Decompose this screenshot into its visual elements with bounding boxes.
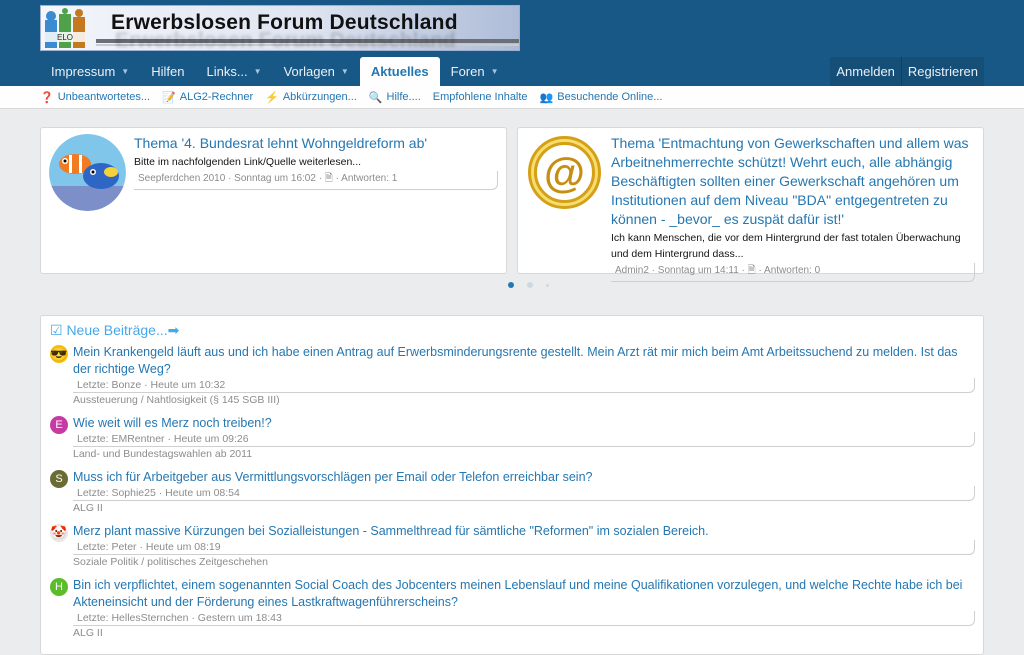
site-header: ELO Erwerbslosen Forum Deutschland Erwer… — [0, 0, 1024, 86]
post-meta: Letzte: EMRentner · Heute um 09:26 — [73, 432, 975, 447]
post-title[interactable]: Bin ich verpflichtet, einem sogenannten … — [73, 577, 975, 611]
list-item: 🤡 Merz plant massive Kürzungen bei Sozia… — [41, 523, 983, 569]
subnav-featured-content[interactable]: Empfohlene Inhalte — [433, 91, 528, 103]
logo-text: Erwerbslosen Forum Deutschland — [111, 11, 458, 34]
subnav-help[interactable]: 🔍 Hilfe.... — [369, 91, 421, 104]
list-item: H Bin ich verpflichtet, einem sogenannte… — [41, 577, 983, 640]
at-sign-thumbnail-icon[interactable]: @ — [526, 134, 603, 211]
svg-text:@: @ — [544, 149, 585, 196]
nav-label: Hilfen — [151, 64, 185, 79]
post-meta: Letzte: Peter · Heute um 08:19 — [73, 540, 975, 555]
subnav-label: ALG2-Rechner — [179, 91, 254, 103]
lightning-icon: ⚡ — [265, 91, 279, 104]
chevron-down-icon[interactable]: ▼ — [341, 57, 349, 86]
post-title[interactable]: Wie weit will es Merz noch treiben!? — [73, 415, 975, 432]
nav-links[interactable]: Links... ▼ — [195, 57, 272, 86]
featured-card: @ Thema 'Entmachtung von Gewerkschaften … — [517, 127, 984, 282]
post-meta: Letzte: Bonze · Heute um 10:32 — [73, 378, 975, 393]
subnav-label: Besuchende Online... — [557, 91, 663, 103]
post-title[interactable]: Muss ich für Arbeitgeber aus Vermittlung… — [73, 469, 975, 486]
carousel-dot[interactable] — [527, 282, 533, 288]
memo-icon: 📝 — [162, 91, 176, 104]
post-forum[interactable]: ALG II — [73, 501, 975, 515]
nav-label: Aktuelles — [370, 64, 429, 79]
post-meta: Letzte: HellesSternchen · Gestern um 18:… — [73, 611, 975, 626]
avatar[interactable]: 😎 — [50, 345, 68, 363]
post-forum[interactable]: Soziale Politik / politisches Zeitgesche… — [73, 555, 975, 569]
subnav-label: Empfohlene Inhalte — [432, 91, 528, 103]
account-nav: Anmelden Registrieren — [830, 57, 984, 86]
subnav-label: Unbeantwortetes... — [57, 91, 151, 103]
featured-title[interactable]: Thema 'Entmachtung von Gewerkschaften un… — [611, 134, 975, 229]
sub-nav: ❓ Unbeantwortetes... 📝 ALG2-Rechner ⚡ Ab… — [0, 86, 1024, 109]
svg-text:ELO: ELO — [57, 33, 73, 42]
avatar[interactable]: S — [50, 470, 68, 488]
carousel-dot[interactable] — [508, 282, 514, 288]
nav-label: Vorlagen — [283, 64, 335, 79]
logo-figures-icon: ELO — [45, 8, 85, 48]
subnav-unanswered[interactable]: ❓ Unbeantwortetes... — [40, 91, 150, 104]
chevron-down-icon[interactable]: ▼ — [254, 57, 262, 86]
nav-impressum[interactable]: Impressum ▼ — [40, 57, 140, 86]
featured-title[interactable]: Thema '4. Bundesrat lehnt Wohngeldreform… — [134, 134, 498, 153]
avatar[interactable]: 🤡 — [50, 524, 68, 542]
new-posts-block: ☑ Neue Beiträge...➡ 😎 Mein Krankengeld l… — [40, 315, 984, 655]
users-icon: 👥 — [539, 91, 554, 104]
carousel-dot[interactable] — [546, 283, 549, 287]
register-button[interactable]: Registrieren — [902, 57, 984, 86]
carousel-pager — [508, 282, 549, 288]
new-posts-heading[interactable]: ☑ Neue Beiträge...➡ — [41, 316, 983, 344]
nav-vorlagen[interactable]: Vorlagen ▼ — [273, 57, 360, 86]
subnav-abbreviations[interactable]: ⚡ Abkürzungen... — [265, 91, 357, 104]
featured-meta: Seepferdchen 2010 · Sonntag um 16:02 · 🗎… — [134, 171, 498, 190]
post-forum[interactable]: ALG II — [73, 626, 975, 640]
nav-foren[interactable]: Foren ▼ — [440, 57, 510, 86]
post-meta: Letzte: Sophie25 · Heute um 08:54 — [73, 486, 975, 501]
nav-aktuelles[interactable]: Aktuelles — [359, 57, 440, 86]
featured-carousel: Thema '4. Bundesrat lehnt Wohngeldreform… — [40, 127, 984, 282]
featured-meta: Admin2 · Sonntag um 14:11 · 🗎 · Antworte… — [611, 263, 975, 282]
post-title[interactable]: Mein Krankengeld läuft aus und ich habe … — [73, 344, 975, 378]
magnifier-icon: 🔍 — [368, 91, 383, 104]
subnav-online-visitors[interactable]: 👥 Besuchende Online... — [540, 91, 663, 104]
chevron-down-icon[interactable]: ▼ — [491, 57, 499, 86]
login-button[interactable]: Anmelden — [830, 57, 901, 86]
subnav-label: Hilfe.... — [386, 91, 421, 103]
chevron-down-icon[interactable]: ▼ — [121, 57, 129, 86]
avatar[interactable]: E — [50, 416, 68, 434]
list-item: 😎 Mein Krankengeld läuft aus und ich hab… — [41, 344, 983, 407]
list-item: E Wie weit will es Merz noch treiben!? L… — [41, 415, 983, 461]
nav-hilfen[interactable]: Hilfen — [140, 57, 195, 86]
question-icon: ❓ — [40, 91, 54, 104]
site-logo[interactable]: ELO Erwerbslosen Forum Deutschland Erwer… — [40, 5, 520, 51]
fish-thumbnail-icon[interactable] — [49, 134, 126, 211]
post-forum[interactable]: Aussteuerung / Nahtlosigkeit (§ 145 SGB … — [73, 393, 975, 407]
nav-label: Impressum — [51, 64, 116, 79]
post-title[interactable]: Merz plant massive Kürzungen bei Soziall… — [73, 523, 975, 540]
avatar[interactable]: H — [50, 578, 68, 596]
subnav-label: Abkürzungen... — [282, 91, 357, 103]
subnav-alg2-calculator[interactable]: 📝 ALG2-Rechner — [162, 91, 253, 104]
main-nav: Impressum ▼ Hilfen Links... ▼ Vorlagen ▼ Ak… — [40, 57, 510, 86]
nav-label: Links... — [206, 64, 248, 79]
nav-label: Foren — [450, 64, 485, 79]
list-item: S Muss ich für Arbeitgeber aus Vermittlu… — [41, 469, 983, 515]
featured-snippet: Bitte im nachfolgenden Link/Quelle weite… — [134, 156, 362, 168]
post-forum[interactable]: Land- und Bundestagswahlen ab 2011 — [73, 447, 975, 461]
featured-card: Thema '4. Bundesrat lehnt Wohngeldreform… — [40, 127, 507, 274]
featured-snippet: Ich kann Menschen, die vor dem Hintergru… — [611, 232, 961, 260]
